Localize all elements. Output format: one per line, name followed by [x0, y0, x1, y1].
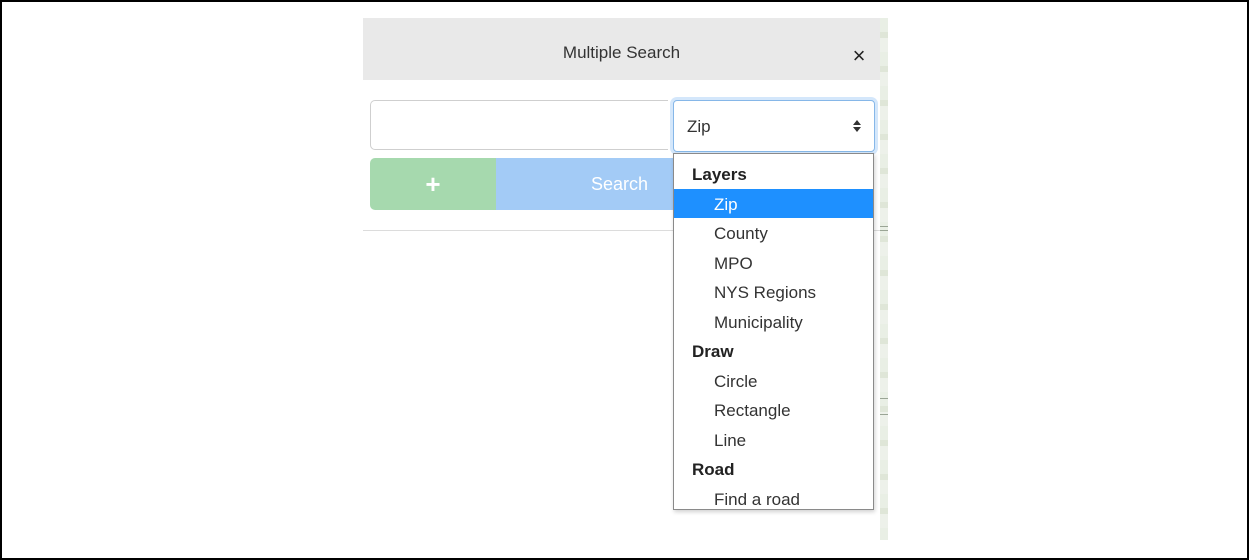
option-nys-regions[interactable]: NYS Regions	[674, 277, 873, 307]
optgroup-label: Draw	[692, 342, 734, 361]
layer-select-value: Zip	[687, 117, 711, 136]
option-rectangle[interactable]: Rectangle	[674, 395, 873, 425]
optgroup-draw: Draw Circle Rectangle Line	[674, 336, 873, 454]
select-arrows-icon	[853, 120, 861, 132]
optgroup-label: Road	[692, 460, 735, 479]
option-zip[interactable]: Zip	[674, 188, 873, 218]
layer-select[interactable]: Zip	[673, 100, 875, 152]
optgroup-layers: Layers Zip County MPO NYS Regions Munici…	[674, 159, 873, 336]
add-search-button[interactable]: +	[370, 158, 496, 210]
option-mpo[interactable]: MPO	[674, 248, 873, 278]
option-find-a-road[interactable]: Find a road	[674, 484, 873, 514]
map-background-strip	[880, 18, 888, 540]
close-icon[interactable]: ×	[848, 38, 870, 68]
layer-dropdown-list: Layers Zip County MPO NYS Regions Munici…	[673, 153, 874, 510]
panel-header: Multiple Search ×	[363, 18, 880, 80]
option-line[interactable]: Line	[674, 425, 873, 455]
panel-title: Multiple Search	[562, 43, 681, 62]
search-input[interactable]	[370, 100, 668, 150]
option-circle[interactable]: Circle	[674, 366, 873, 396]
option-municipality[interactable]: Municipality	[674, 307, 873, 337]
option-county[interactable]: County	[674, 218, 873, 248]
optgroup-road: Road Find a road	[674, 454, 873, 513]
optgroup-label: Layers	[692, 165, 747, 184]
search-button[interactable]: Search	[496, 158, 676, 210]
